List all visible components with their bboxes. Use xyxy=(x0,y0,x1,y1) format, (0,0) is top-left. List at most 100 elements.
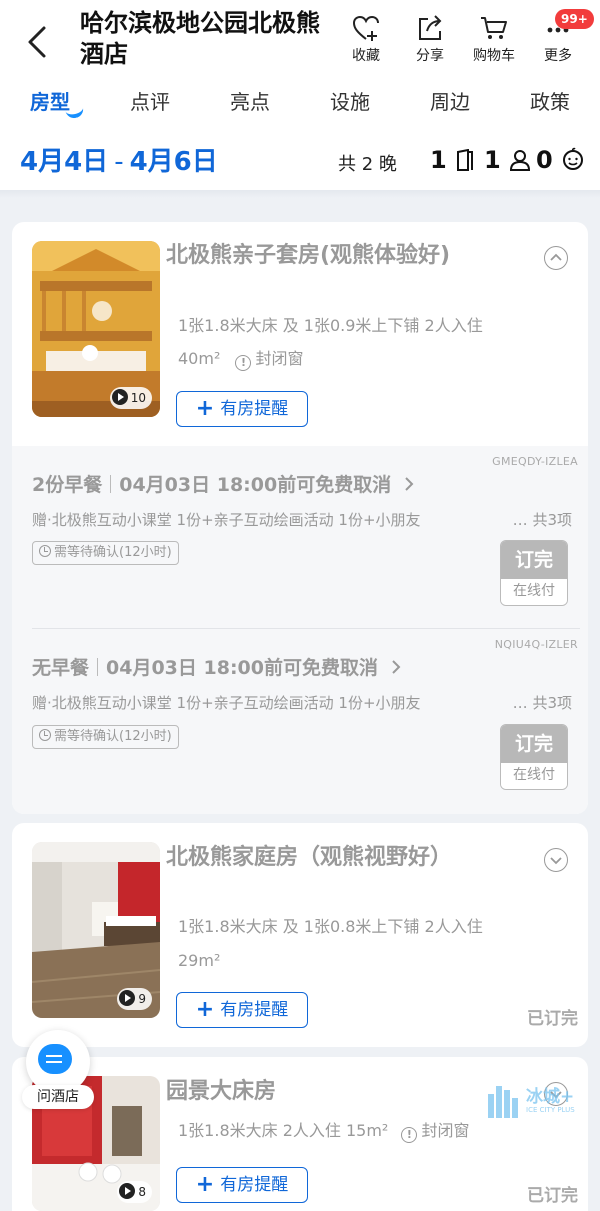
tab-highlights[interactable]: 亮点 xyxy=(210,86,290,118)
title-separator xyxy=(97,658,99,676)
chat-bubble-icon xyxy=(38,1044,72,1074)
confirmation-wait-text: 需等待确认(12小时) xyxy=(54,729,172,744)
room-photo[interactable]: 10 xyxy=(32,241,160,417)
availability-alert-button[interactable]: + 有房提醒 xyxy=(176,391,308,427)
heart-plus-icon xyxy=(352,15,379,41)
play-icon xyxy=(111,389,128,405)
favorite-label: 收藏 xyxy=(352,48,380,64)
room-count-value: 1 xyxy=(430,146,447,174)
cart-button[interactable]: 购物车 xyxy=(464,14,524,65)
person-icon xyxy=(510,150,531,171)
room-beds: 1张1.8米大床 2人入住 15m² xyxy=(178,1121,389,1140)
watermark-text: 冰城+ xyxy=(526,1087,575,1107)
gift-description: 赠·北极熊互动小课堂 1份+亲子互动绘画活动 1份+小朋友 xyxy=(32,511,421,529)
ice-city-logo-icon xyxy=(488,1086,518,1118)
media-count-badge: 8 xyxy=(117,1181,152,1203)
gift-package[interactable]: 赠·北极熊互动小课堂 1份+亲子互动绘画活动 1份+小朋友 … 共3项 xyxy=(32,509,572,531)
chevron-right-icon xyxy=(405,477,414,491)
room-beds: 1张1.8米大床 及 1张0.9米上下铺 2人入住 xyxy=(178,316,483,335)
notification-badge: 99+ xyxy=(555,9,594,29)
favorite-button[interactable]: 收藏 xyxy=(336,14,396,65)
media-count: 10 xyxy=(130,391,146,405)
availability-alert-label: 有房提醒 xyxy=(220,399,289,419)
availability-alert-button[interactable]: + 有房提醒 xyxy=(176,1167,308,1203)
gift-count: … 共3项 xyxy=(510,509,572,531)
date-dash: - xyxy=(114,147,124,177)
gift-count-value: 共3项 xyxy=(532,511,572,529)
pay-online-label: 在线付 xyxy=(501,579,567,605)
info-icon: ! xyxy=(235,355,252,371)
room-count[interactable]: 1 xyxy=(430,145,475,175)
media-count: 9 xyxy=(138,992,146,1006)
window-type: 封闭窗 xyxy=(255,349,304,368)
chevron-up-icon xyxy=(550,253,562,261)
gift-package[interactable]: 赠·北极熊互动小课堂 1份+亲子互动绘画活动 1份+小朋友 … 共3项 xyxy=(32,692,572,714)
chevron-down-icon xyxy=(550,857,562,865)
tab-reviews[interactable]: 点评 xyxy=(110,86,190,118)
confirmation-wait-tag: 需等待确认(12小时) xyxy=(32,725,179,749)
top-bar: 哈尔滨极地公园北极熊酒店 收藏 分享 购物车 更多 99+ 房型 点评 亮点 设… xyxy=(0,0,600,190)
gift-description: 赠·北极熊互动小课堂 1份+亲子互动绘画活动 1份+小朋友 xyxy=(32,694,421,712)
plus-icon: + xyxy=(195,997,215,1022)
cart-icon xyxy=(481,17,507,39)
child-count[interactable]: 0 xyxy=(536,145,585,175)
share-label: 分享 xyxy=(416,48,444,64)
availability-alert-button[interactable]: + 有房提醒 xyxy=(176,992,308,1028)
watermark-subtext: ICE CITY PLUS xyxy=(526,1106,575,1114)
window-type: 封闭窗 xyxy=(421,1121,470,1140)
child-count-value: 0 xyxy=(536,146,553,174)
pay-online-label: 在线付 xyxy=(501,763,567,789)
room-name[interactable]: 北极熊家庭房（观熊视野好） xyxy=(166,842,486,874)
back-arrow-icon xyxy=(28,26,46,58)
share-icon xyxy=(419,15,442,40)
window-info: ! 封闭窗 xyxy=(235,349,304,371)
plus-icon: + xyxy=(195,396,215,421)
watermark-logo: 冰城+ ICE CITY PLUS xyxy=(486,1080,586,1124)
date-range[interactable]: 4月4日 -4月6日 xyxy=(20,142,218,182)
rate-divider xyxy=(32,628,580,629)
cart-label: 购物车 xyxy=(473,48,515,64)
sold-out-label: 订完 xyxy=(501,725,567,763)
tab-nearby[interactable]: 周边 xyxy=(410,86,490,118)
availability-alert-label: 有房提醒 xyxy=(220,1175,289,1195)
clock-icon xyxy=(39,729,51,741)
rate-code: NQIU4Q-IZLER xyxy=(494,638,578,651)
window-info: ! 封闭窗 xyxy=(401,1121,470,1143)
room-area: 40m² xyxy=(178,349,221,368)
media-count-badge: 10 xyxy=(109,387,152,409)
sold-out-status: 已订完 xyxy=(527,1186,578,1206)
room-beds: 1张1.8米大床 及 1张0.8米上下铺 2人入住 xyxy=(178,917,483,936)
adult-count[interactable]: 1 xyxy=(484,145,531,175)
clock-icon xyxy=(39,545,51,557)
breakfast-info: 2份早餐 xyxy=(32,474,103,496)
back-button[interactable] xyxy=(22,22,58,62)
chevron-right-icon xyxy=(391,660,401,674)
media-count-badge: 9 xyxy=(117,988,152,1010)
play-icon xyxy=(119,990,136,1006)
confirmation-wait-text: 需等待确认(12小时) xyxy=(54,545,172,560)
room-photo[interactable]: 9 xyxy=(32,842,160,1018)
check-out-date: 4月6日 xyxy=(129,147,218,177)
room-name[interactable]: 北极熊亲子套房(观熊体验好) xyxy=(166,240,486,272)
rate-plan-title[interactable]: 无早餐 04月03日 18:00前可免费取消 xyxy=(32,655,403,681)
collapse-toggle[interactable] xyxy=(544,246,568,270)
ask-hotel-button[interactable]: 问酒店 xyxy=(22,1030,94,1109)
tab-facilities[interactable]: 设施 xyxy=(310,86,390,118)
title-separator xyxy=(110,475,112,493)
info-icon: ! xyxy=(401,1127,418,1143)
availability-alert-label: 有房提醒 xyxy=(220,1000,289,1020)
room-specs: 1张1.8米大床 2人入住 15m² ! 封闭窗 xyxy=(178,1120,469,1143)
child-face-icon xyxy=(563,147,584,170)
nights-count: 共 2 晚 xyxy=(338,154,397,175)
book-button-sold-out[interactable]: 订完 在线付 xyxy=(500,724,568,790)
share-button[interactable]: 分享 xyxy=(400,14,460,65)
adult-count-value: 1 xyxy=(484,146,501,174)
media-count: 8 xyxy=(138,1185,146,1199)
tab-policies[interactable]: 政策 xyxy=(510,86,590,118)
gift-count-value: 共3项 xyxy=(532,694,572,712)
rate-plan-title[interactable]: 2份早餐 04月03日 18:00前可免费取消 xyxy=(32,472,416,498)
cancellation-policy: 04月03日 18:00前可免费取消 xyxy=(106,657,378,679)
book-button-sold-out[interactable]: 订完 在线付 xyxy=(500,540,568,606)
room-name[interactable]: 园景大床房 xyxy=(166,1076,486,1108)
expand-toggle[interactable] xyxy=(544,848,568,872)
